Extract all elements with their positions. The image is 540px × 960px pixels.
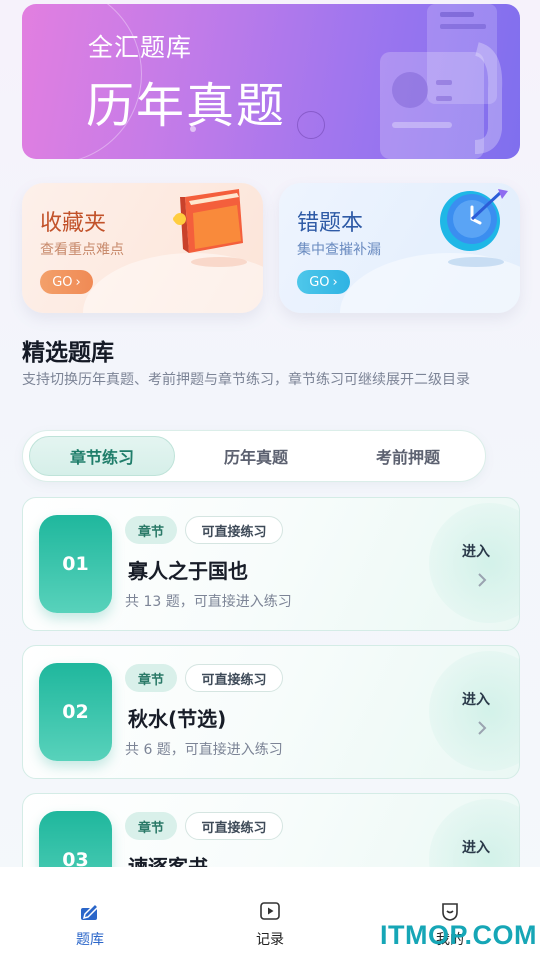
item-glow-deco [429, 651, 519, 771]
chapter-badge: 章节 [125, 516, 177, 544]
play-record-icon [260, 902, 280, 920]
nav-question-bank[interactable]: 题库 [50, 900, 130, 949]
favorites-title: 收藏夹 [40, 211, 107, 236]
chevron-right-icon: › [75, 274, 81, 290]
item-number: 02 [39, 663, 112, 761]
list-item[interactable]: 02 章节 可直接练习 秋水(节选) 共 6 题，可直接进入练习 进入 [22, 645, 520, 779]
favorites-desc: 查看重点难点 [40, 242, 124, 258]
item-title: 寡人之于国也 [128, 559, 248, 583]
favorites-go-button[interactable]: GO › [40, 270, 93, 294]
item-meta: 共 6 题，可直接进入练习 [125, 742, 283, 758]
document-illustration-icon [380, 4, 503, 159]
category-tabs: 章节练习 历年真题 考前押题 [22, 430, 486, 482]
hero-banner[interactable]: 全汇题库 历年真题 [22, 4, 520, 159]
banner-title: 历年真题 [86, 78, 287, 134]
list-item[interactable]: 01 章节 可直接练习 寡人之于国也 共 13 题，可直接进入练习 进入 [22, 497, 520, 631]
chevron-right-icon [478, 573, 487, 587]
red-book-icon [173, 189, 243, 253]
wrong-questions-go-button[interactable]: GO › [297, 270, 350, 294]
banner-deco-ring-small [297, 111, 325, 139]
section-title: 精选题库 [22, 340, 114, 366]
enter-button[interactable]: 进入 [462, 541, 490, 561]
go-label: GO [309, 274, 330, 290]
practice-badge: 可直接练习 [185, 516, 283, 544]
enter-button[interactable]: 进入 [462, 837, 490, 857]
item-glow-deco [429, 503, 519, 623]
wrong-questions-card[interactable]: 错题本 集中查摧补漏 GO › [279, 183, 520, 313]
chapter-badge: 章节 [125, 664, 177, 692]
tab-predicted-questions[interactable]: 考前押题 [335, 436, 481, 476]
practice-badge: 可直接练习 [185, 812, 283, 840]
go-label: GO [52, 274, 73, 290]
profile-shield-icon [442, 903, 458, 921]
chapter-badge: 章节 [125, 812, 177, 840]
favorites-card[interactable]: 收藏夹 查看重点难点 GO › [22, 183, 263, 313]
tab-chapter-practice[interactable]: 章节练习 [29, 436, 175, 476]
item-title: 秋水(节选) [128, 707, 227, 731]
practice-badge: 可直接练习 [185, 664, 283, 692]
wrong-questions-desc: 集中查摧补漏 [297, 242, 381, 258]
section-description: 支持切换历年真题、考前押题与章节练习，章节练习可继续展开二级目录 [22, 372, 470, 388]
nav-records[interactable]: 记录 [230, 900, 310, 949]
item-meta: 共 13 题，可直接进入练习 [125, 594, 292, 610]
chevron-right-icon: › [332, 274, 338, 290]
banner-subtitle: 全汇题库 [88, 33, 193, 62]
item-number: 01 [39, 515, 112, 613]
enter-button[interactable]: 进入 [462, 689, 490, 709]
nav-label: 题库 [76, 932, 104, 948]
pencil-book-icon [81, 902, 100, 920]
nav-label: 记录 [256, 932, 284, 948]
watermark-logo: ITMOP.COM [380, 920, 538, 950]
wrong-questions-title: 错题本 [297, 211, 364, 236]
tab-past-exams[interactable]: 历年真题 [183, 436, 329, 476]
chevron-right-icon [478, 721, 487, 735]
target-clock-icon [440, 189, 508, 251]
